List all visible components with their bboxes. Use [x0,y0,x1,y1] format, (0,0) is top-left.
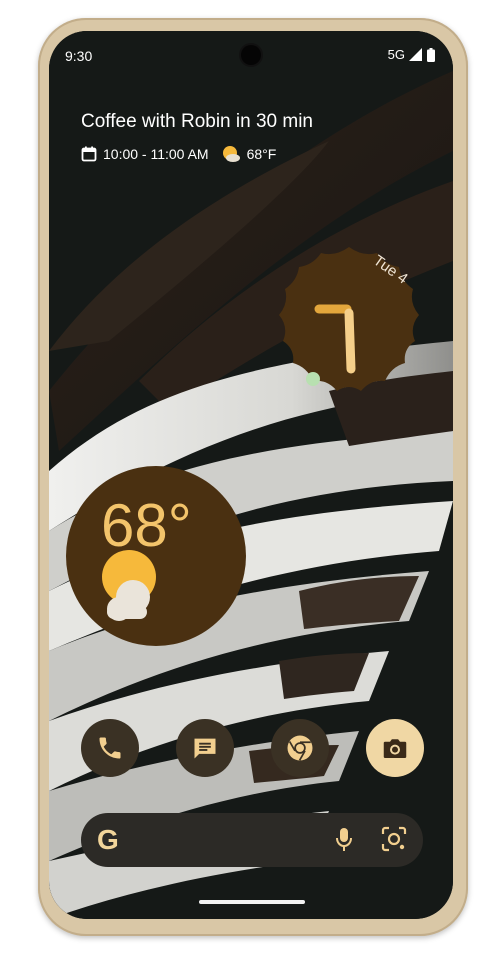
event-details[interactable]: 10:00 - 11:00 AM 68°F [81,145,276,163]
camera-icon [383,739,407,758]
signal-icon [409,48,422,61]
messages-app-icon[interactable] [176,719,234,777]
calendar-icon [81,146,97,162]
network-type: 5G [387,47,405,62]
clock-widget[interactable]: Tue 4 [259,229,439,409]
google-logo: G [97,824,119,855]
home-gesture-bar[interactable] [199,900,305,904]
search-bar[interactable]: G [81,813,423,867]
status-icons: 5G [388,47,435,62]
status-time: 9:30 [65,48,93,64]
weather-temperature: 68° [101,492,192,559]
event-temperature: 68°F [246,146,277,162]
camera-app-icon[interactable] [366,719,424,777]
clock-minute-hand [344,308,356,374]
front-camera [241,45,261,65]
battery-icon [427,47,435,62]
home-screen: 9:30 5G Coffee with Robin in 30 min 10:0… [49,31,453,919]
phone-app-icon[interactable] [81,719,139,777]
chrome-icon [287,735,313,761]
clock-second-dot [306,372,320,386]
lens-icon[interactable] [381,826,407,852]
phone-icon [99,737,121,759]
chrome-app-icon[interactable] [271,719,329,777]
mic-icon[interactable] [335,827,353,853]
messages-icon [194,738,216,759]
event-time-range: 10:00 - 11:00 AM [103,146,209,162]
weather-sun-icon [222,146,240,162]
event-title[interactable]: Coffee with Robin in 30 min [81,111,313,133]
